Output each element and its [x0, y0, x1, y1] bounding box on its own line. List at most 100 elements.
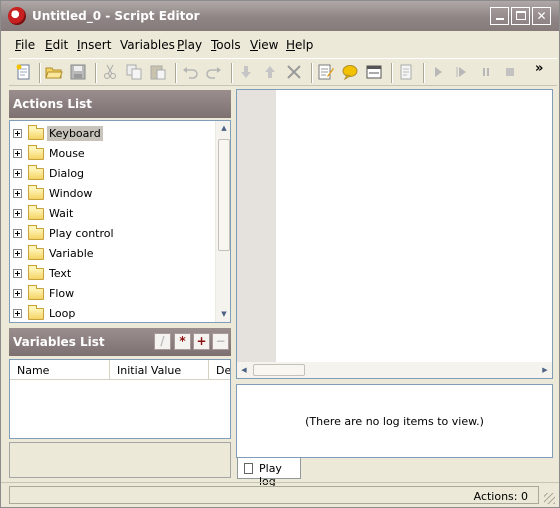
- tree-item-text[interactable]: Text: [10, 264, 210, 284]
- expand-icon[interactable]: [13, 229, 22, 238]
- folder-icon: [28, 185, 44, 200]
- tree-item-keyboard[interactable]: Keyboard: [10, 124, 210, 144]
- pause-icon[interactable]: [477, 64, 495, 80]
- cut-icon[interactable]: [101, 64, 119, 80]
- menu-tools[interactable]: Tools: [211, 38, 241, 52]
- script-icon[interactable]: [397, 64, 415, 80]
- maximize-button[interactable]: [511, 7, 530, 25]
- editor-horizontal-scrollbar[interactable]: ◀ ▶: [237, 362, 552, 378]
- properties-icon[interactable]: [365, 64, 383, 80]
- expand-icon[interactable]: [13, 289, 22, 298]
- toolbar-separator: [95, 63, 97, 83]
- menu-variables[interactable]: Variables: [120, 38, 175, 52]
- menu-tools-label: ools: [216, 38, 241, 52]
- folder-icon: [28, 165, 44, 180]
- expand-icon[interactable]: [13, 189, 22, 198]
- delete-icon[interactable]: [285, 64, 303, 80]
- move-up-icon[interactable]: [261, 64, 279, 80]
- toolbar: »: [9, 58, 557, 86]
- close-button[interactable]: ✕: [532, 7, 551, 25]
- actions-vertical-scrollbar[interactable]: ▲ ▼: [215, 121, 230, 322]
- copy-icon[interactable]: [125, 64, 143, 80]
- tree-item-variable[interactable]: Variable: [10, 244, 210, 264]
- expand-icon[interactable]: [13, 169, 22, 178]
- expand-icon[interactable]: [13, 149, 22, 158]
- new-icon[interactable]: [15, 64, 33, 80]
- resize-grip-icon[interactable]: [544, 493, 555, 504]
- tree-item-mouse[interactable]: Mouse: [10, 144, 210, 164]
- tree-item-label: Dialog: [49, 167, 85, 180]
- column-header-initial-value[interactable]: Initial Value: [110, 360, 209, 380]
- undo-icon[interactable]: [181, 64, 199, 80]
- menu-play[interactable]: Play: [177, 38, 202, 52]
- tree-item-loop[interactable]: Loop: [10, 304, 210, 322]
- folder-icon: [28, 305, 44, 320]
- variables-toolbar: / * + −: [154, 333, 229, 350]
- tree-item-label: Window: [49, 187, 93, 200]
- move-down-icon[interactable]: [237, 64, 255, 80]
- open-icon[interactable]: [45, 64, 63, 80]
- tab-play-log[interactable]: Play log: [237, 458, 301, 488]
- plus-icon[interactable]: +: [193, 333, 210, 350]
- column-header-description[interactable]: De: [209, 360, 230, 380]
- tree-item-flow[interactable]: Flow: [10, 284, 210, 304]
- add-variable-icon[interactable]: *: [174, 333, 191, 350]
- edit-variable-icon[interactable]: /: [154, 333, 171, 350]
- toolbar-separator: [175, 63, 177, 83]
- script-editor-area[interactable]: ◀ ▶: [236, 89, 553, 379]
- actions-list-header: Actions List: [9, 90, 231, 118]
- minus-icon[interactable]: −: [212, 333, 229, 350]
- expand-icon[interactable]: [13, 269, 22, 278]
- stop-icon[interactable]: [501, 64, 519, 80]
- expand-icon[interactable]: [13, 249, 22, 258]
- app-icon: [8, 7, 26, 25]
- menu-insert-label: nsert: [80, 38, 112, 52]
- menu-view[interactable]: View: [250, 38, 278, 52]
- line-number-gutter: [237, 90, 276, 362]
- scrollbar-thumb[interactable]: [218, 139, 230, 251]
- expand-icon[interactable]: [13, 309, 22, 318]
- play-icon[interactable]: [429, 64, 447, 80]
- column-header-name[interactable]: Name: [10, 360, 110, 380]
- scroll-up-icon[interactable]: ▲: [216, 121, 230, 135]
- menu-edit[interactable]: Edit: [45, 38, 68, 52]
- tree-item-label: Variable: [49, 247, 94, 260]
- play-step-icon[interactable]: [453, 64, 471, 80]
- minimize-button[interactable]: [490, 7, 509, 25]
- folder-icon: [28, 245, 44, 260]
- folder-icon: [28, 125, 44, 140]
- menu-view-label: iew: [257, 38, 279, 52]
- toolbar-overflow-button[interactable]: »: [535, 61, 543, 76]
- paste-icon[interactable]: [149, 64, 167, 80]
- menu-insert[interactable]: Insert: [77, 38, 111, 52]
- toolbar-separator: [423, 63, 425, 83]
- script-editor-window: Untitled_0 - Script Editor ✕ File Edit I…: [0, 0, 560, 508]
- tree-item-wait[interactable]: Wait: [10, 204, 210, 224]
- tree-item-label: Keyboard: [47, 126, 103, 141]
- scroll-down-icon[interactable]: ▼: [216, 307, 230, 321]
- tree-item-label: Flow: [49, 287, 75, 300]
- redo-icon[interactable]: [205, 64, 223, 80]
- tree-item-play-control[interactable]: Play control: [10, 224, 210, 244]
- edit-icon[interactable]: [317, 64, 335, 80]
- menu-file[interactable]: File: [15, 38, 35, 52]
- scrollbar-thumb[interactable]: [253, 364, 305, 376]
- folder-icon: [28, 205, 44, 220]
- tree-item-dialog[interactable]: Dialog: [10, 164, 210, 184]
- expand-icon[interactable]: [13, 209, 22, 218]
- scroll-left-icon[interactable]: ◀: [237, 363, 251, 377]
- title-bar[interactable]: Untitled_0 - Script Editor ✕: [1, 1, 559, 31]
- variable-details-pane: [9, 442, 231, 478]
- status-panel: Actions: 0: [9, 486, 539, 504]
- expand-icon[interactable]: [13, 129, 22, 138]
- toolbar-separator: [311, 63, 313, 83]
- menu-variables-label: Variables: [120, 38, 175, 52]
- comment-icon[interactable]: [341, 64, 359, 80]
- scroll-right-icon[interactable]: ▶: [538, 363, 552, 377]
- tree-item-label: Loop: [49, 307, 76, 320]
- tree-item-window[interactable]: Window: [10, 184, 210, 204]
- tree-item-label: Wait: [49, 207, 74, 220]
- menu-help-mnemonic: H: [286, 38, 296, 52]
- save-icon[interactable]: [69, 64, 87, 80]
- menu-help[interactable]: Help: [286, 38, 313, 52]
